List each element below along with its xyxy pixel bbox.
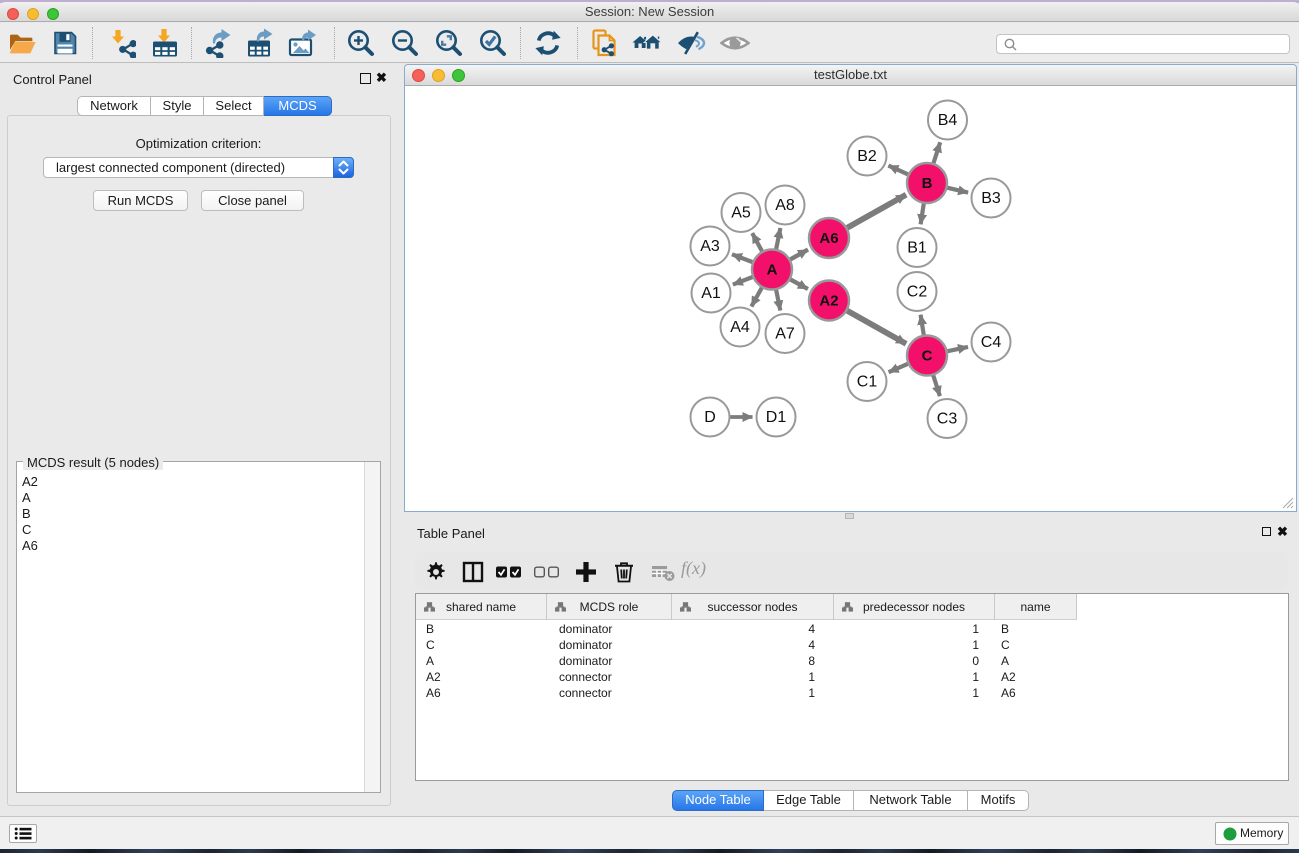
svg-text:C: C (922, 348, 933, 365)
svg-text:A7: A7 (775, 326, 795, 343)
svg-text:C4: C4 (981, 334, 1002, 351)
svg-text:C1: C1 (857, 374, 878, 391)
svg-text:B3: B3 (981, 190, 1001, 207)
svg-text:B2: B2 (857, 148, 877, 165)
svg-text:A8: A8 (775, 197, 795, 214)
svg-text:D1: D1 (766, 409, 787, 426)
svg-text:A6: A6 (819, 230, 838, 247)
svg-text:C2: C2 (907, 284, 928, 301)
svg-text:B1: B1 (907, 240, 927, 257)
svg-text:B4: B4 (938, 112, 958, 129)
svg-text:A1: A1 (701, 285, 721, 302)
svg-text:D: D (704, 409, 716, 426)
svg-text:B: B (922, 175, 933, 192)
svg-text:A3: A3 (700, 238, 720, 255)
svg-text:A5: A5 (731, 205, 751, 222)
svg-text:C3: C3 (937, 411, 958, 428)
svg-text:A4: A4 (730, 319, 750, 336)
svg-text:A: A (767, 262, 778, 279)
svg-text:A2: A2 (819, 293, 838, 310)
